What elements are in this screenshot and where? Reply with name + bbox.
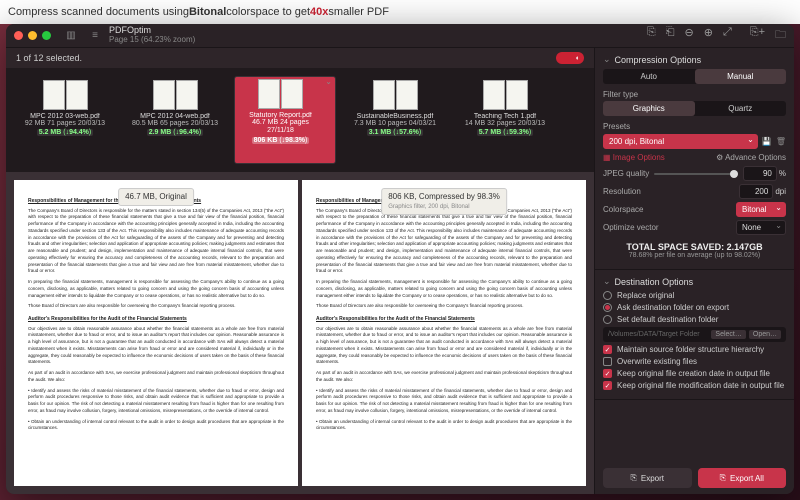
thumbnail-item-selected[interactable]: Statutory Report.pdf 46.7 MB 24 pages 27… [234,76,336,164]
check-keep-modification-date[interactable]: ✓Keep original file modification date in… [603,381,786,390]
filter-type-label: Filter type [603,90,786,99]
list-view-icon[interactable]: ≡ [85,28,105,44]
colorspace-select[interactable]: Bitonal [736,202,786,217]
total-saved-sub: 78.68% per file on average (up to 98.02%… [603,252,786,259]
mode-segmented[interactable]: Auto Manual [603,69,786,84]
colorspace-label: Colorspace [603,205,643,214]
mode-auto[interactable]: Auto [603,69,695,84]
preview-original: 46.7 MB, Original Responsibilities of Ma… [14,180,298,486]
app-window: ▥ ≡ PDFOptim Page 15 (64.23% zoom) ⎘ ⎗ ⊖… [6,24,794,494]
advance-options-tab[interactable]: ⚙ Advance Options [716,153,786,162]
preset-save-icon[interactable]: 💾 [762,137,772,146]
destination-path-box: /Volumes/DATA/Target Folder Select… Open… [603,327,786,342]
radio-replace-original[interactable]: Replace original [603,291,786,300]
zoom-out-icon[interactable]: ⊖ [685,26,694,45]
minimize-window-icon[interactable] [28,31,37,40]
selection-count: 1 of 12 selected. [16,53,82,63]
export-icon: ⎘ [630,473,636,483]
thumbnail-item[interactable]: Teaching Tech 1.pdf 14 MB 32 pages 20/03… [454,76,556,164]
add-folder-icon[interactable]: 🗀 [775,26,786,45]
zoom-window-icon[interactable] [42,31,51,40]
zoom-in-icon[interactable]: ⊕ [704,26,713,45]
filter-quartz[interactable]: Quartz [695,101,787,116]
preview-pane: 46.7 MB, Original Responsibilities of Ma… [6,172,594,494]
destination-path: /Volumes/DATA/Target Folder [608,331,700,338]
resolution-label: Resolution [603,187,641,196]
sidebar-toggle-icon[interactable]: ▥ [61,28,81,44]
preview-compressed: 806 KB, Compressed by 98.3% Graphics fil… [302,180,586,486]
zoom-fit-icon[interactable]: ⤢ [723,26,732,45]
thumbnail-item[interactable]: MPC 2012 03-web.pdf 92 MB 71 pages 20/03… [14,76,116,164]
window-title: PDFOptim Page 15 (64.23% zoom) [109,26,647,45]
radio-ask-destination[interactable]: Ask destination folder on export [603,303,786,312]
compressed-size-label: 806 KB, Compressed by 98.3% Graphics fil… [381,188,507,215]
selection-bar: 1 of 12 selected. ◐ [6,48,594,68]
radio-set-default-destination[interactable]: Set default destination folder [603,315,786,324]
image-options-tab[interactable]: ▦ Image Options [603,153,665,162]
optimize-vector-label: Optimize vector [603,223,659,232]
promo-banner: Compress scanned documents using Bitonal… [0,0,800,24]
original-size-label: 46.7 MB, Original [118,188,194,206]
jpeg-quality-value[interactable]: 90 [743,166,777,181]
thumbnail-item[interactable]: MPC 2012 04-web.pdf 80.5 MB 65 pages 20/… [124,76,226,164]
thumbnail-strip: MPC 2012 03-web.pdf 92 MB 71 pages 20/03… [6,68,594,172]
thumbnail-item[interactable]: SustainableBusiness.pdf 7.3 MB 10 pages … [344,76,446,164]
resolution-value[interactable]: 200 [739,184,773,199]
jpeg-quality-slider[interactable] [654,173,738,175]
chevron-down-icon: ⌄ [603,54,611,65]
page-next-icon[interactable]: ⎗ [666,26,675,45]
close-window-icon[interactable] [14,31,23,40]
export-all-icon: ⎘ [720,473,726,483]
preset-select[interactable]: 200 dpi, Bitonal [603,134,758,149]
filter-graphics[interactable]: Graphics [603,101,695,116]
traffic-lights [14,31,51,40]
compare-toggle[interactable]: ◐ [556,52,584,64]
jpeg-quality-label: JPEG quality [603,169,649,178]
check-overwrite-existing[interactable]: Overwrite existing files [603,357,786,366]
presets-label: Presets [603,122,786,131]
mode-manual[interactable]: Manual [695,69,787,84]
open-folder-button[interactable]: Open… [749,330,781,339]
options-panel: ⌄Compression Options Auto Manual Filter … [594,48,794,494]
preset-delete-icon[interactable]: 🗑 [776,137,786,146]
optimize-vector-select[interactable]: None [736,220,786,235]
export-button[interactable]: ⎘Export [603,468,692,488]
export-all-button[interactable]: ⎘Export All [698,468,787,488]
total-saved-label: TOTAL SPACE SAVED: 2.147GB [603,242,786,252]
add-file-icon[interactable]: ⎘+ [750,26,765,45]
select-folder-button[interactable]: Select… [711,330,745,339]
destination-options-header[interactable]: ⌄Destination Options [603,276,786,287]
check-maintain-structure[interactable]: ✓Maintain source folder structure hierar… [603,345,786,354]
chevron-down-icon: ⌄ [603,276,611,287]
page-prev-icon[interactable]: ⎘ [647,26,656,45]
titlebar: ▥ ≡ PDFOptim Page 15 (64.23% zoom) ⎘ ⎗ ⊖… [6,24,794,48]
filter-segmented[interactable]: Graphics Quartz [603,101,786,116]
check-keep-creation-date[interactable]: ✓Keep original file creation date in out… [603,369,786,378]
compression-options-header[interactable]: ⌄Compression Options [603,54,786,65]
